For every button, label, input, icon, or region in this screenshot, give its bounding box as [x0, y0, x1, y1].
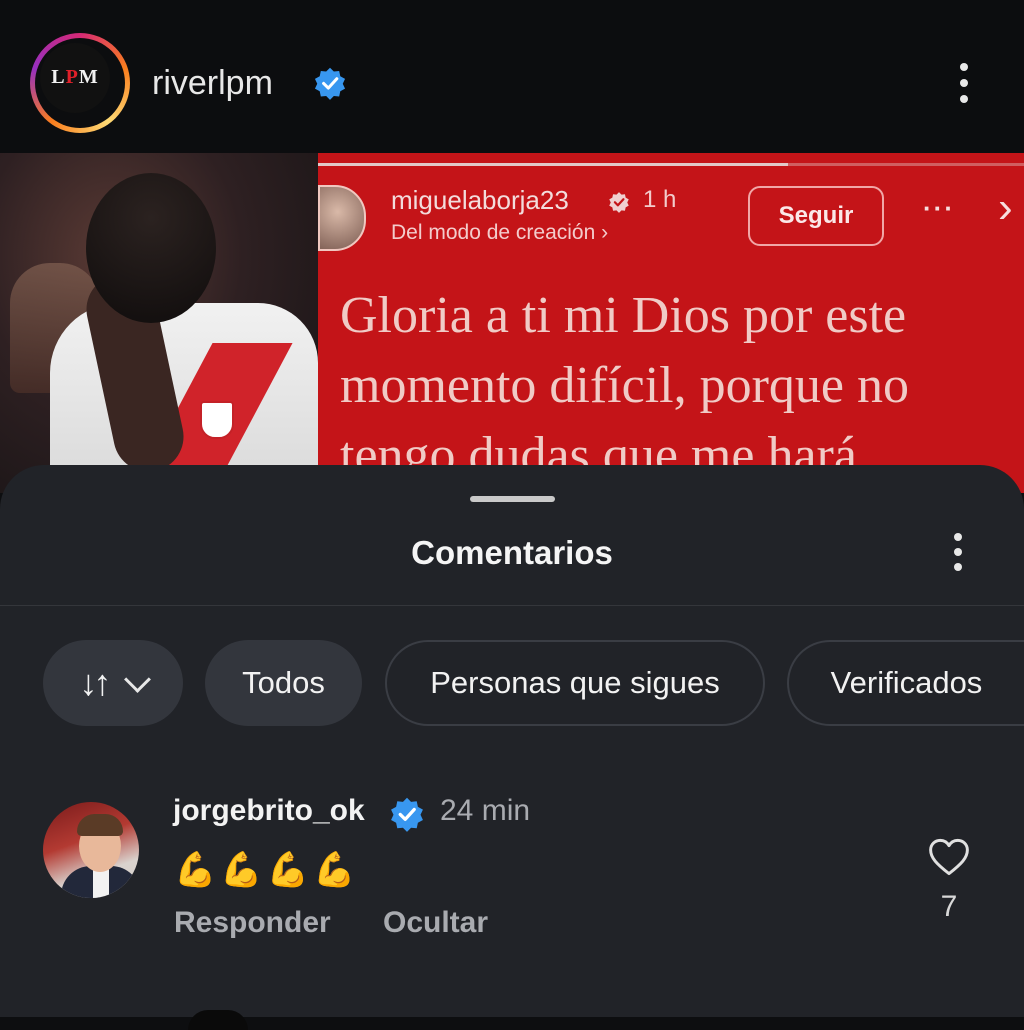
- sort-button[interactable]: ↓↑: [43, 640, 183, 726]
- club-crest-icon: [200, 401, 234, 439]
- story-subtitle: Del modo de creación ›: [391, 221, 609, 244]
- player-photo: [0, 153, 318, 493]
- filter-verified-chip[interactable]: Verificados: [787, 640, 1024, 726]
- chevron-down-icon: [123, 665, 151, 693]
- verified-badge-icon: [314, 67, 346, 100]
- account-avatar[interactable]: LPM: [30, 33, 130, 133]
- story-next-icon: ›: [998, 183, 1013, 232]
- commenter-avatar[interactable]: [43, 802, 139, 898]
- hide-button[interactable]: Ocultar: [383, 906, 488, 940]
- sort-icon: ↓↑: [79, 662, 112, 703]
- story-screenshot: miguelaborja23 1 h Del modo de creación …: [318, 153, 1024, 493]
- filter-following-chip[interactable]: Personas que sigues: [385, 640, 765, 726]
- lpm-logo: LPM: [40, 43, 110, 113]
- story-more-icon: ···: [923, 193, 955, 223]
- post-image[interactable]: miguelaborja23 1 h Del modo de creación …: [0, 153, 1024, 493]
- post-header: LPM riverlpm: [0, 0, 1024, 155]
- reply-button[interactable]: Responder: [174, 906, 331, 940]
- story-follow-button: Seguir: [748, 186, 884, 246]
- sheet-drag-handle[interactable]: [470, 496, 555, 502]
- filter-all-chip[interactable]: Todos: [205, 640, 362, 726]
- story-text-line: momento difícil, porque no: [340, 357, 910, 414]
- like-count: 7: [940, 890, 958, 923]
- sheet-title: Comentarios: [411, 534, 613, 571]
- post-options-icon[interactable]: [960, 63, 968, 103]
- story-verified-icon: [609, 192, 629, 213]
- divider: [0, 605, 1024, 606]
- story-text: Gloria a ti mi Dios por este momento dif…: [340, 281, 1020, 491]
- like-heart-icon[interactable]: [928, 837, 970, 877]
- comments-sheet: Comentarios ↓↑ Todos Personas que sigues…: [0, 465, 1024, 1030]
- next-comment-avatar: [188, 1010, 248, 1030]
- comment-time: 24 min: [440, 794, 531, 827]
- commenter-username[interactable]: jorgebrito_ok: [173, 794, 365, 828]
- story-avatar: [318, 185, 366, 251]
- comment-text: 💪💪💪💪: [174, 851, 360, 889]
- story-text-line: Gloria a ti mi Dios por este: [340, 287, 907, 344]
- story-username: miguelaborja23: [391, 185, 569, 215]
- comments-options-icon[interactable]: [954, 533, 962, 571]
- account-username[interactable]: riverlpm: [152, 64, 273, 103]
- commenter-verified-icon: [391, 797, 423, 832]
- story-time: 1 h: [643, 186, 677, 213]
